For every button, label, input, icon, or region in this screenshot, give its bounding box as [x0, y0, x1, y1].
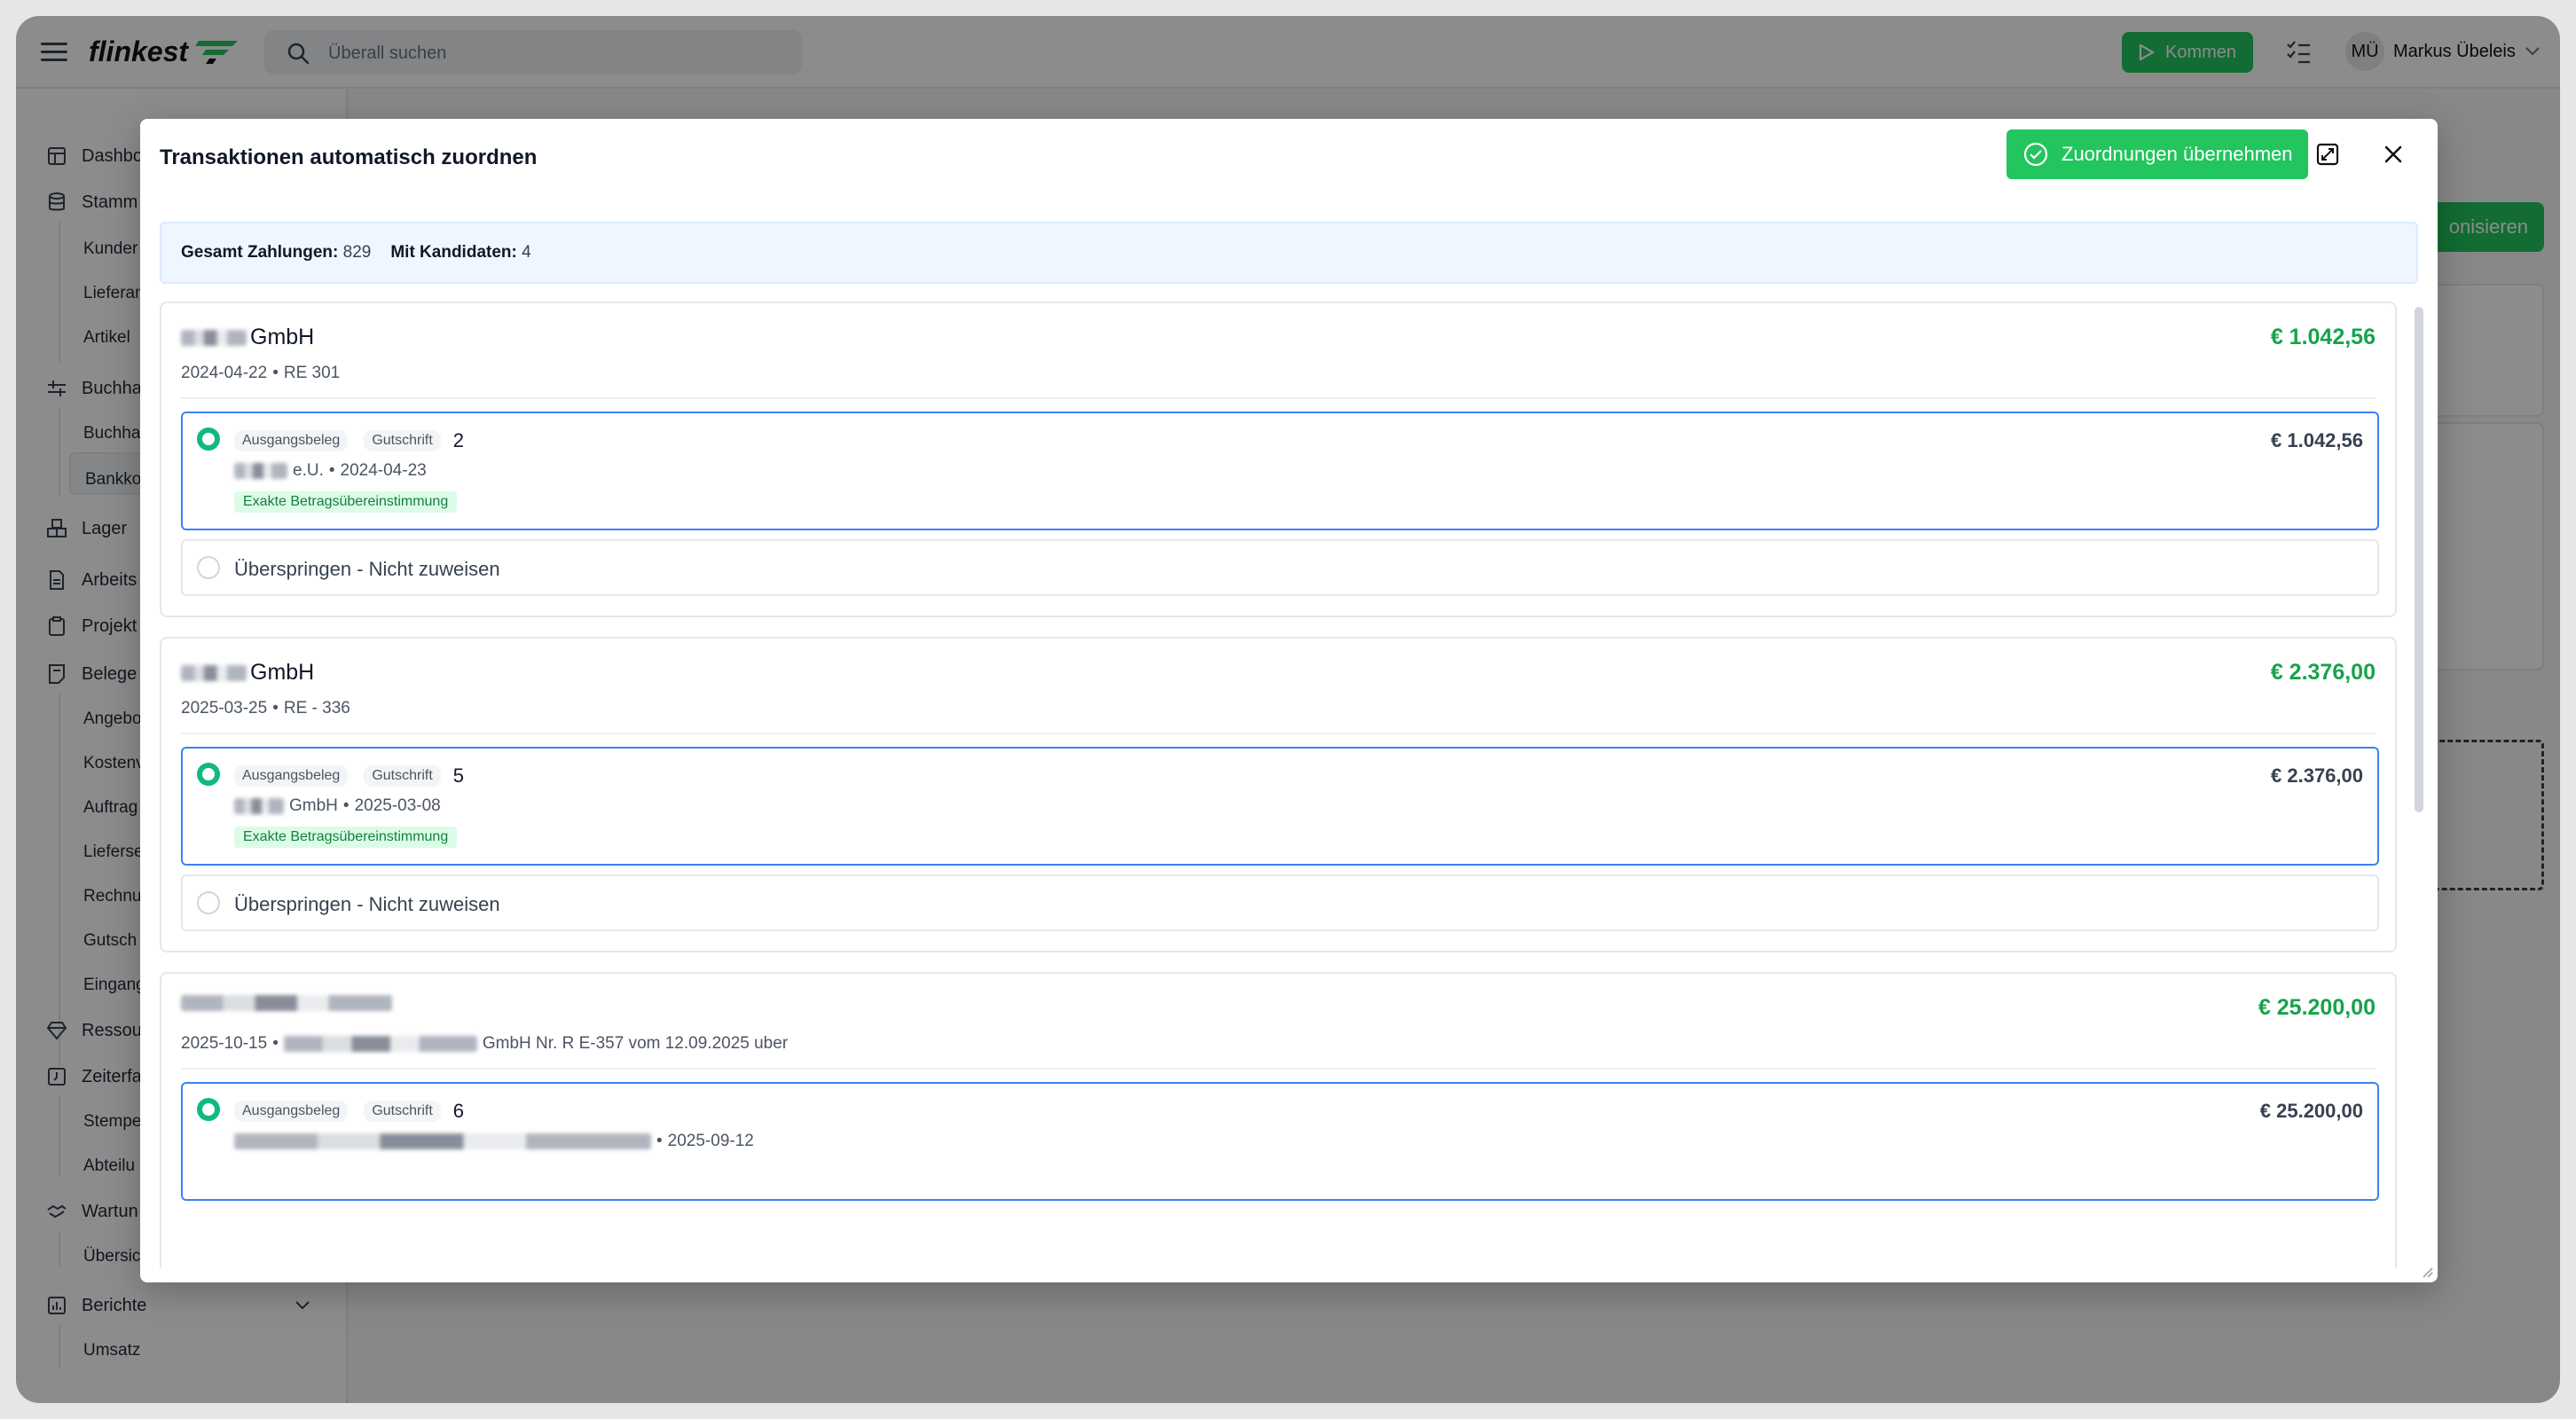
candidate-number: 6 — [452, 1100, 465, 1122]
candidate-number: 2 — [452, 429, 465, 451]
divider — [181, 733, 2376, 734]
radio-unselected[interactable] — [197, 556, 220, 579]
transaction-meta: 2025-03-25 • RE - 336 — [181, 699, 350, 717]
skip-label: Überspringen - Nicht zuweisen — [234, 893, 500, 915]
redacted-text — [234, 463, 287, 479]
transaction-card: GmbH 2024-04-22 • RE 301 € 1.042,56 Ausgan… — [160, 302, 2397, 617]
candidate-option[interactable]: Ausgangsbeleg Gutschrift 2 e.U. • 2024-04-… — [181, 412, 2379, 530]
transactions-list[interactable]: GmbH 2024-04-22 • RE 301 € 1.042,56 Ausgan… — [160, 302, 2404, 1268]
doc-kind-badge: Gutschrift — [364, 430, 441, 451]
redacted-text — [234, 798, 284, 814]
radio-selected[interactable] — [197, 427, 220, 451]
transaction-meta: 2025-10-15 • GmbH Nr. R E-357 vom 12.09.20… — [181, 1034, 789, 1053]
doc-kind-badge: Gutschrift — [364, 1101, 441, 1122]
doc-type-badge: Ausgangsbeleg — [234, 765, 349, 787]
redacted-text — [181, 329, 247, 346]
transaction-amount: € 2.376,00 — [2270, 660, 2376, 685]
candidate-option[interactable]: Ausgangsbeleg Gutschrift 5 GmbH • 2025-03-… — [181, 747, 2379, 866]
skip-label: Überspringen - Nicht zuweisen — [234, 558, 500, 580]
radio-selected[interactable] — [197, 763, 220, 786]
modal-title: Transaktionen automatisch zuordnen — [160, 145, 538, 169]
radio-selected[interactable] — [197, 1098, 220, 1121]
transaction-amount: € 1.042,56 — [2270, 325, 2376, 349]
candidate-number: 5 — [452, 764, 465, 787]
summary-bar: Gesamt Zahlungen: 829 Mit Kandidaten: 4 — [160, 222, 2418, 284]
candidate-amount: € 1.042,56 — [2271, 429, 2363, 451]
transaction-card: GmbH 2025-03-25 • RE - 336 € 2.376,00 Ausg… — [160, 637, 2397, 953]
match-badge: Exakte Betragsübereinstimmung — [234, 491, 458, 513]
candidate-meta: • 2025-09-12 — [234, 1132, 754, 1151]
match-badge: Exakte Betragsübereinstimmung — [234, 827, 458, 848]
app-window: flinkest Überall suchen Kommen MÜ Markus… — [16, 16, 2560, 1403]
transaction-amount: € 25.200,00 — [2258, 995, 2376, 1020]
transaction-name: GmbH — [181, 660, 314, 686]
transaction-name: GmbH — [181, 325, 314, 350]
doc-type-badge: Ausgangsbeleg — [234, 430, 349, 451]
doc-type-badge: Ausgangsbeleg — [234, 1101, 349, 1122]
skip-option[interactable]: Überspringen - Nicht zuweisen — [181, 874, 2379, 931]
scrollbar[interactable] — [2415, 307, 2423, 812]
accept-label: Zuordnungen übernehmen — [2062, 143, 2293, 165]
candidate-option[interactable]: Ausgangsbeleg Gutschrift 6 • 2025-09-12 €… — [181, 1082, 2379, 1201]
check-circle-icon — [2023, 142, 2048, 167]
summary-candidates: Mit Kandidaten: 4 — [390, 243, 531, 262]
candidate-meta: GmbH • 2025-03-08 — [234, 796, 441, 816]
summary-total: Gesamt Zahlungen: 829 — [181, 243, 372, 262]
candidate-amount: € 25.200,00 — [2259, 1100, 2363, 1122]
redacted-text — [181, 995, 392, 1011]
redacted-text — [283, 1036, 477, 1052]
auto-assign-modal: Transaktionen automatisch zuordnen Zuord… — [140, 119, 2438, 1282]
redacted-text — [181, 664, 247, 681]
expand-icon[interactable] — [2315, 142, 2340, 167]
divider — [181, 397, 2376, 399]
doc-kind-badge: Gutschrift — [364, 765, 441, 787]
transaction-card: 2025-10-15 • GmbH Nr. R E-357 vom 12.09.20… — [160, 972, 2397, 1268]
candidate-amount: € 2.376,00 — [2271, 764, 2363, 787]
redacted-text — [234, 1133, 651, 1149]
close-icon[interactable] — [2381, 142, 2406, 167]
radio-unselected[interactable] — [197, 891, 220, 914]
resize-handle-icon[interactable] — [2422, 1266, 2434, 1279]
divider — [181, 1068, 2376, 1070]
transaction-name — [181, 995, 396, 1011]
skip-option[interactable]: Überspringen - Nicht zuweisen — [181, 539, 2379, 596]
candidate-meta: e.U. • 2024-04-23 — [234, 461, 427, 481]
accept-assignments-button[interactable]: Zuordnungen übernehmen — [2007, 129, 2308, 179]
transaction-meta: 2024-04-22 • RE 301 — [181, 364, 341, 382]
